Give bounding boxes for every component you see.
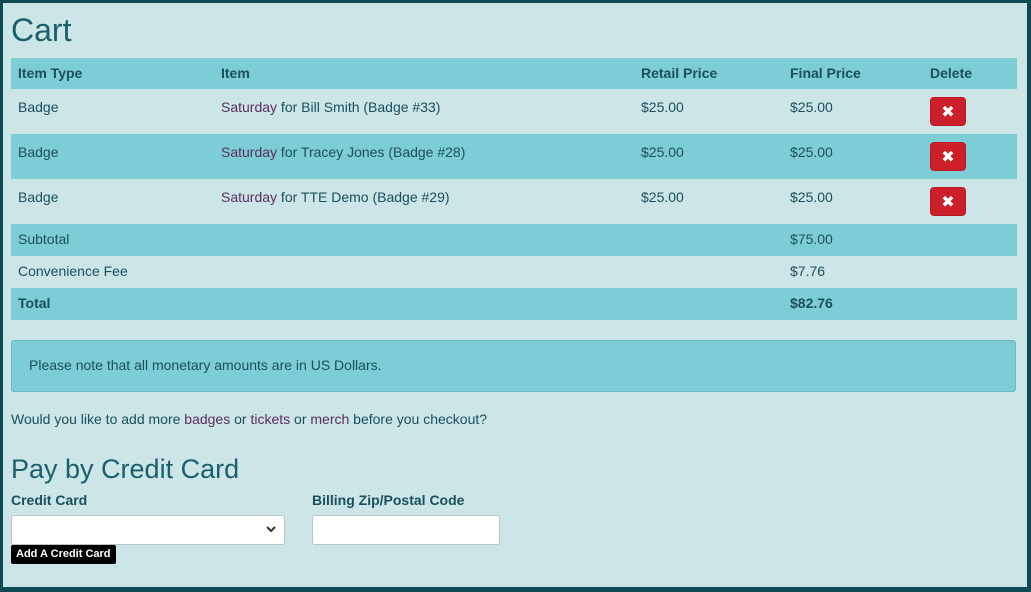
total-row: Total $82.76 (11, 288, 1017, 320)
header-item-type: Item Type (18, 65, 83, 81)
currency-note: Please note that all monetary amounts ar… (11, 340, 1016, 392)
delete-cell: ✖ (923, 89, 1017, 134)
retail-price-cell: $25.00 (641, 144, 684, 160)
billing-zip-input[interactable] (312, 515, 500, 545)
retail-price-cell: $25.00 (641, 189, 684, 205)
item-description: for TTE Demo (Badge #29) (277, 189, 450, 205)
tickets-link[interactable]: tickets (250, 411, 290, 427)
merch-link[interactable]: merch (310, 411, 349, 427)
prompt-prefix: Would you like to add more (11, 411, 185, 427)
prompt-suffix: before you checkout? (349, 411, 488, 427)
item-day-link[interactable]: Saturday (221, 144, 277, 160)
table-header-row: Item Type Item Retail Price Final Price … (11, 58, 1017, 89)
credit-card-select[interactable] (11, 515, 285, 545)
delete-button[interactable]: ✖ (930, 142, 966, 171)
item-cell: Saturday for TTE Demo (Badge #29) (214, 179, 634, 224)
billing-zip-label: Billing Zip/Postal Code (312, 492, 465, 508)
item-day-link[interactable]: Saturday (221, 189, 277, 205)
header-retail-price: Retail Price (641, 65, 718, 81)
page-title: Cart (11, 12, 72, 48)
credit-card-label: Credit Card (11, 492, 88, 508)
delete-button[interactable]: ✖ (930, 187, 966, 216)
final-price-cell: $25.00 (790, 189, 833, 205)
fee-label: Convenience Fee (18, 263, 128, 279)
fee-value: $7.76 (790, 263, 826, 279)
chevron-down-icon (266, 526, 276, 533)
delete-cell: ✖ (923, 134, 1017, 179)
item-type-cell: Badge (18, 189, 59, 205)
item-description: for Tracey Jones (Badge #28) (277, 144, 466, 160)
delete-button[interactable]: ✖ (930, 97, 966, 126)
final-price-cell: $25.00 (790, 99, 833, 115)
table-row: Badge Saturday for Bill Smith (Badge #33… (11, 89, 1017, 134)
subtotal-value: $75.00 (790, 231, 833, 247)
subtotal-row: Subtotal $75.00 (11, 224, 1017, 256)
item-day-link[interactable]: Saturday (221, 99, 277, 115)
retail-price-cell: $25.00 (641, 99, 684, 115)
header-item: Item (221, 65, 250, 81)
close-icon: ✖ (941, 147, 955, 166)
badges-link[interactable]: badges (184, 411, 230, 427)
payment-title: Pay by Credit Card (11, 454, 240, 484)
delete-cell: ✖ (923, 179, 1017, 224)
final-price-cell: $25.00 (790, 144, 833, 160)
close-icon: ✖ (941, 192, 955, 211)
prompt-or-1: or (230, 411, 251, 427)
item-type-cell: Badge (18, 99, 59, 115)
item-type-cell: Badge (18, 144, 59, 160)
close-icon: ✖ (941, 102, 955, 121)
add-credit-card-button[interactable]: Add A Credit Card (11, 545, 116, 564)
header-delete: Delete (930, 65, 973, 81)
cart-panel: Cart Item Type Item Retail Price Final P… (3, 3, 1027, 587)
header-final-price: Final Price (790, 65, 861, 81)
total-label: Total (18, 295, 51, 311)
table-row: Badge Saturday for TTE Demo (Badge #29) … (11, 179, 1017, 224)
add-more-prompt: Would you like to add more badges or tic… (11, 411, 487, 427)
item-cell: Saturday for Bill Smith (Badge #33) (214, 89, 634, 134)
subtotal-label: Subtotal (18, 231, 70, 247)
item-cell: Saturday for Tracey Jones (Badge #28) (214, 134, 634, 179)
item-description: for Bill Smith (Badge #33) (277, 99, 441, 115)
cart-table: Item Type Item Retail Price Final Price … (11, 58, 1017, 320)
prompt-or-2: or (290, 411, 311, 427)
fee-row: Convenience Fee $7.76 (11, 256, 1017, 288)
table-row: Badge Saturday for Tracey Jones (Badge #… (11, 134, 1017, 179)
total-value: $82.76 (790, 295, 833, 311)
